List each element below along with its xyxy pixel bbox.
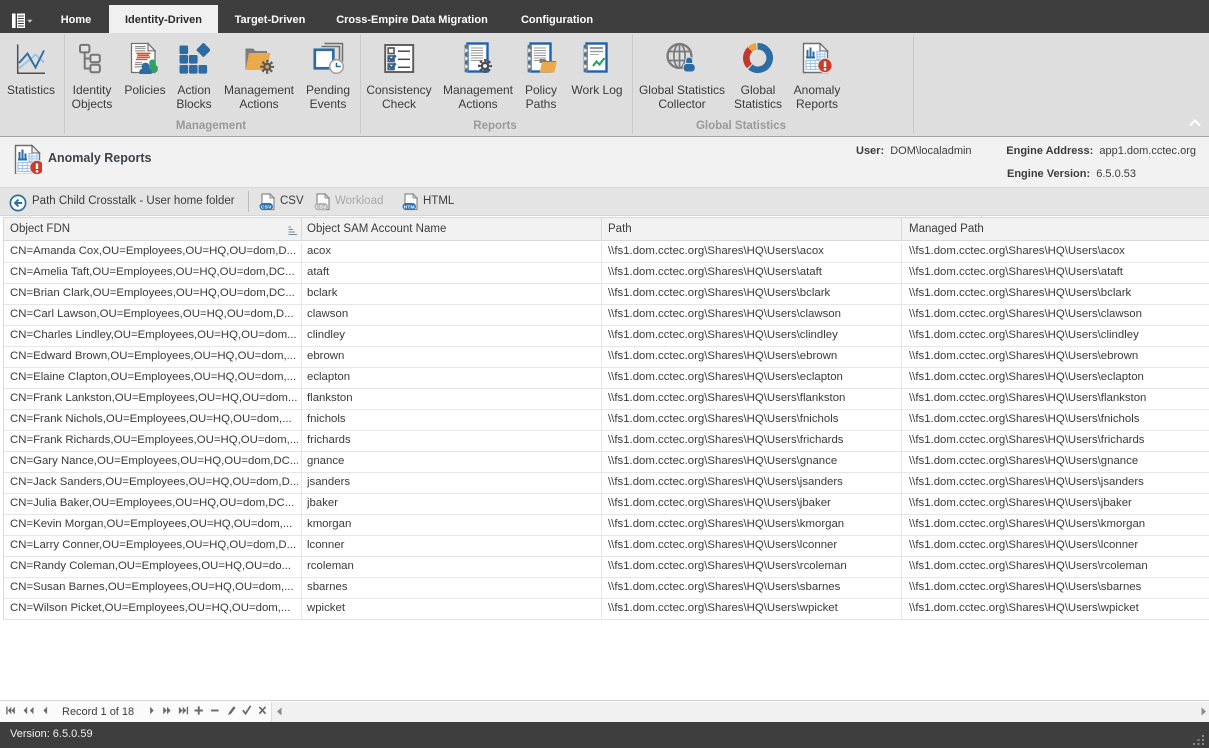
svg-text:HTM: HTM [404,204,415,210]
svg-text:CSV: CSV [316,204,327,210]
svg-text:CSV: CSV [261,204,272,210]
